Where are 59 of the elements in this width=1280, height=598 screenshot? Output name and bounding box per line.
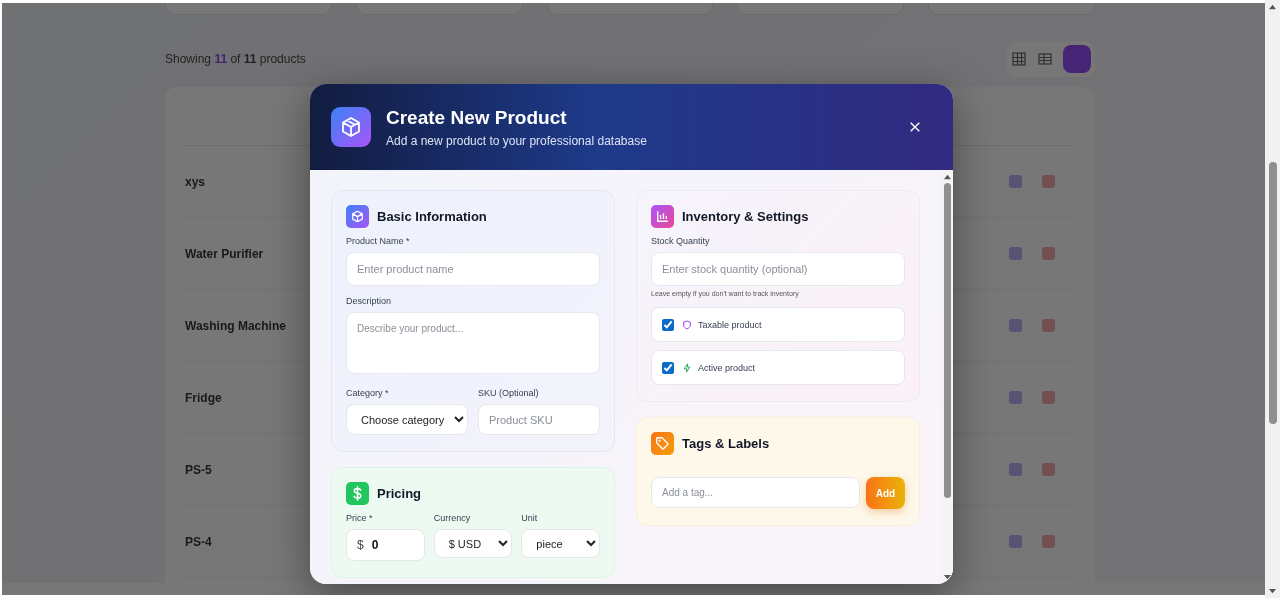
lightning-icon: [682, 362, 692, 373]
field-label: Product Name *: [346, 236, 411, 246]
field-label: Category *: [346, 388, 390, 398]
description-field[interactable]: Describe your product...: [346, 312, 600, 374]
section-title: Pricing: [377, 486, 422, 501]
scroll-thumb[interactable]: [1268, 162, 1277, 424]
option-label: Active product: [698, 362, 756, 373]
edit-icon[interactable]: [1009, 535, 1022, 548]
page-scrollbar[interactable]: [1265, 0, 1280, 598]
stock-quantity-field[interactable]: Enter stock quantity (optional): [651, 252, 905, 286]
section-title: Basic Information: [377, 209, 487, 224]
field-label: Stock Quantity: [651, 236, 711, 246]
product-count: Showing 11 of 11 products: [165, 52, 306, 66]
price-field[interactable]: $ 0: [346, 529, 425, 561]
close-icon[interactable]: [909, 121, 921, 133]
field-label: Description: [346, 296, 393, 306]
scroll-up-icon[interactable]: [1268, 3, 1277, 10]
table-view-icon[interactable]: [1037, 51, 1053, 67]
edit-icon[interactable]: [1009, 319, 1022, 332]
dialog-subtitle: Add a new product to your professional database: [386, 133, 648, 148]
product-name: Washing Machine: [185, 318, 286, 333]
edit-icon[interactable]: [1009, 391, 1022, 404]
sku-field[interactable]: Product SKU: [478, 404, 600, 435]
checkbox[interactable]: [662, 318, 674, 331]
product-name-field[interactable]: Enter product name: [346, 252, 600, 286]
list-view-button[interactable]: [1063, 45, 1091, 73]
scroll-down-icon[interactable]: [942, 574, 952, 581]
section-title: Tags & Labels: [682, 436, 770, 451]
scroll-thumb[interactable]: [943, 183, 951, 498]
cube-icon: [331, 107, 371, 147]
product-name: PS-5: [185, 462, 212, 477]
product-name: xys: [185, 174, 206, 189]
edit-icon[interactable]: [1009, 247, 1022, 260]
section-title: Inventory & Settings: [682, 209, 809, 224]
scrollbar[interactable]: [941, 170, 953, 584]
scroll-down-icon[interactable]: [1268, 588, 1277, 595]
field-label: SKU (Optional): [478, 388, 540, 398]
currency-select[interactable]: $ USD: [433, 529, 513, 558]
dialog-title: Create New Product: [386, 106, 568, 129]
field-label: Unit: [521, 513, 539, 523]
dollar-icon: [346, 482, 369, 505]
shield-icon: [682, 319, 692, 330]
tag-icon: [651, 432, 674, 455]
product-name: Water Purifier: [185, 246, 264, 261]
field-label: Currency: [433, 513, 472, 523]
cube-icon: [346, 205, 369, 228]
checkbox[interactable]: [662, 361, 674, 374]
edit-icon[interactable]: [1009, 463, 1022, 476]
edit-icon[interactable]: [1009, 175, 1022, 188]
bar-chart-icon: [651, 205, 674, 228]
field-label: Price *: [346, 513, 374, 523]
grid-view-icon[interactable]: [1011, 51, 1027, 67]
tag-field[interactable]: Add a tag...: [651, 477, 860, 508]
category-select[interactable]: Choose category: [346, 404, 468, 435]
product-name: PS-4: [185, 534, 212, 549]
unit-select[interactable]: piece: [521, 529, 600, 558]
product-name: Fridge: [185, 390, 222, 405]
scroll-up-icon[interactable]: [942, 173, 952, 180]
option-label: Taxable product: [698, 319, 762, 330]
